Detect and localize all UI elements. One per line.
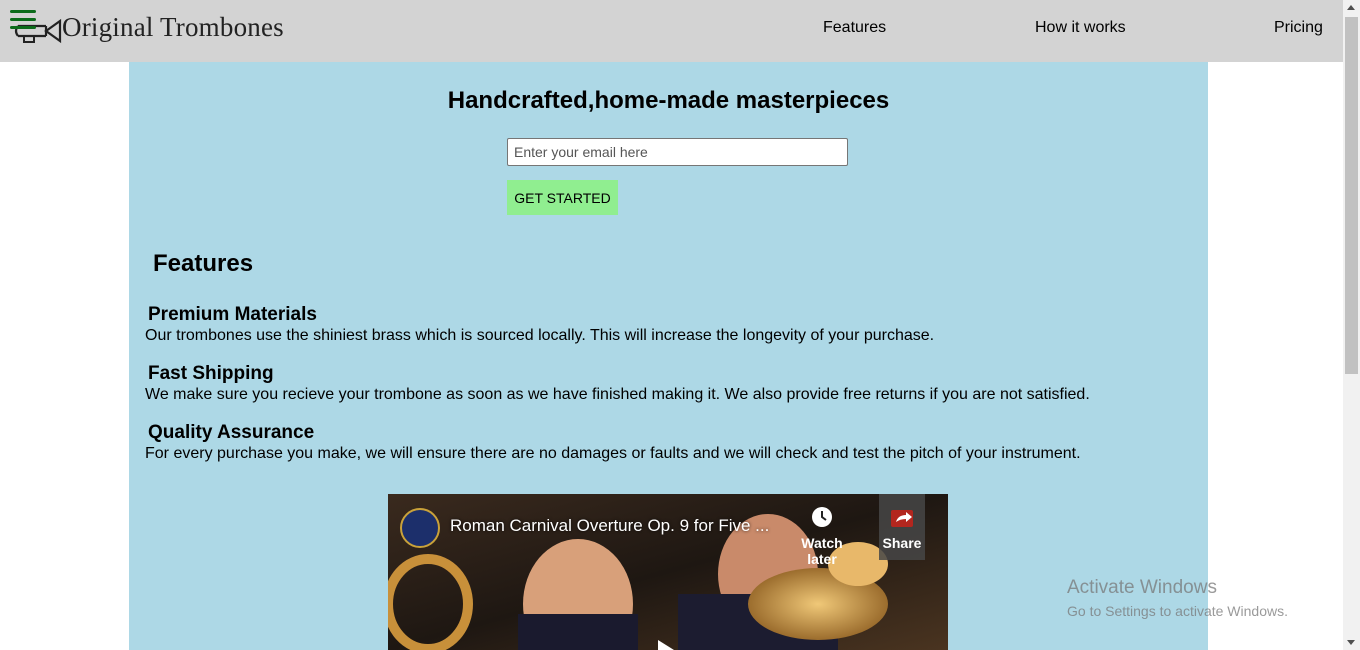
watch-later-label: Watch later — [801, 535, 843, 567]
nav-link-how-it-works[interactable]: How it works — [1035, 19, 1126, 37]
scroll-up-arrow-icon[interactable] — [1347, 5, 1355, 10]
feature-title: Fast Shipping — [148, 363, 274, 384]
hero-title: Handcrafted,home-made masterpieces — [447, 87, 890, 114]
menu-icon[interactable] — [10, 10, 36, 32]
video-title[interactable]: Roman Carnival Overture Op. 9 for Five .… — [450, 516, 769, 536]
scroll-down-arrow-icon[interactable] — [1347, 640, 1355, 645]
feature-title: Quality Assurance — [148, 422, 315, 443]
site-header: Original Trombones Features How it works… — [0, 0, 1343, 62]
video-embed[interactable]: Roman Carnival Overture Op. 9 for Five .… — [388, 494, 948, 650]
activate-windows-watermark: Activate Windows Go to Settings to activ… — [1067, 577, 1288, 619]
channel-logo[interactable] — [400, 508, 440, 548]
main-content: Handcrafted,home-made masterpieces GET S… — [129, 62, 1208, 650]
share-label: Share — [882, 535, 922, 551]
nav-link-pricing[interactable]: Pricing — [1274, 19, 1323, 37]
feature-fast-shipping: Fast Shipping We make sure you recieve y… — [145, 363, 1090, 405]
get-started-button[interactable]: GET STARTED — [507, 180, 618, 215]
share-icon — [891, 510, 913, 527]
watermark-title: Activate Windows — [1067, 577, 1217, 598]
feature-text: For every purchase you make, we will ens… — [145, 445, 1081, 462]
share-button[interactable]: Share — [870, 506, 934, 551]
feature-text: We make sure you recieve your trombone a… — [145, 386, 1090, 403]
logo-text: Original Trombones — [62, 12, 284, 42]
feature-quality-assurance: Quality Assurance For every purchase you… — [145, 422, 1081, 464]
watermark-subtitle: Go to Settings to activate Windows. — [1067, 603, 1288, 619]
feature-premium-materials: Premium Materials Our trombones use the … — [145, 304, 934, 346]
watch-later-button[interactable]: Watch later — [790, 506, 854, 567]
feature-title: Premium Materials — [148, 304, 317, 325]
nav-link-features[interactable]: Features — [823, 19, 886, 37]
scrollbar-thumb[interactable] — [1345, 17, 1358, 374]
feature-text: Our trombones use the shiniest brass whi… — [145, 327, 935, 344]
email-input[interactable] — [507, 138, 848, 166]
features-heading: Features — [153, 250, 254, 277]
clock-icon — [812, 507, 832, 527]
vertical-scrollbar[interactable] — [1343, 0, 1360, 650]
